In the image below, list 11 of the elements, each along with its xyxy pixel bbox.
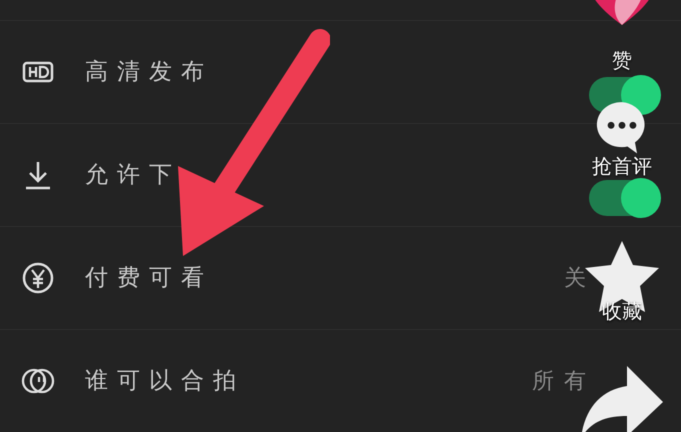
setting-value: 所有 — [532, 368, 596, 396]
setting-label: 高清发布 — [85, 58, 213, 87]
setting-label: 谁可以合拍 — [85, 366, 245, 396]
toggle-switch[interactable] — [589, 180, 659, 216]
action-label: 抢首评 — [592, 155, 652, 177]
setting-label: 允许下 — [85, 160, 181, 190]
yuan-icon — [21, 261, 55, 295]
setting-label: 付费可看 — [85, 264, 213, 293]
action-label: 赞 — [612, 49, 632, 71]
setting-value: 关 — [564, 264, 596, 292]
action-label: 收藏 — [602, 300, 642, 322]
